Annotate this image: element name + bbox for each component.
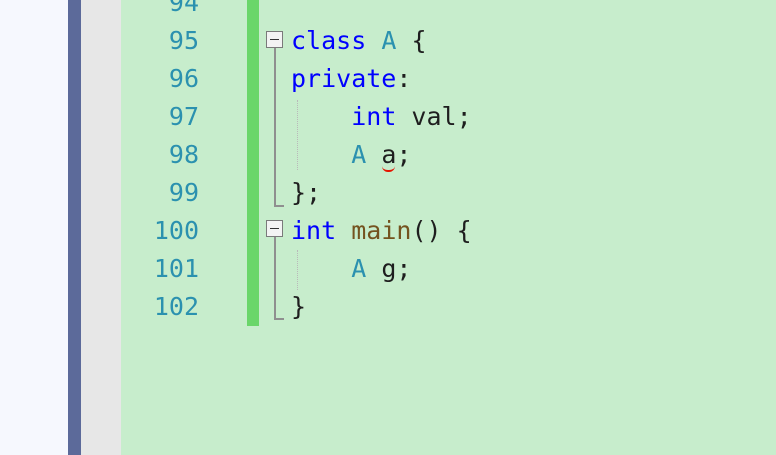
code-token: A (381, 26, 397, 55)
code-token: : (396, 64, 412, 93)
outline-end (274, 318, 284, 320)
outline-line (274, 237, 276, 319)
code-token: private (291, 64, 397, 93)
glyph-margin[interactable] (81, 0, 121, 455)
code-text[interactable]: int val; (291, 98, 472, 136)
code-text[interactable]: int main() { (291, 212, 472, 250)
code-text[interactable]: } (291, 288, 306, 326)
outline-line (274, 48, 276, 206)
code-token: val; (396, 102, 472, 131)
error-token: a (381, 136, 396, 174)
code-line[interactable]: 102} (121, 288, 776, 326)
outline-end (274, 205, 284, 207)
editor-text-area[interactable]: 94 95 class A {96 private: 97 int val; 98 A a… (121, 0, 776, 455)
code-text[interactable]: A g; (291, 250, 411, 288)
code-token: } (291, 292, 307, 321)
change-indicator-bar (247, 136, 259, 174)
code-line[interactable]: 99}; (121, 174, 776, 212)
code-line[interactable]: 97 int val; (121, 98, 776, 136)
change-indicator-bar (247, 0, 259, 22)
line-number: 98 (168, 140, 199, 169)
code-line[interactable]: 94 (121, 0, 776, 22)
left-margin (0, 0, 68, 455)
line-number: 99 (168, 178, 199, 207)
code-token: { (396, 26, 427, 55)
code-token: int (291, 216, 337, 245)
line-number: 96 (168, 64, 199, 93)
change-indicator-bar (247, 212, 259, 250)
line-number: 101 (153, 254, 199, 283)
code-line[interactable]: 100 int main() { (121, 212, 776, 250)
code-token: main (351, 216, 412, 245)
change-indicator-bar (247, 22, 259, 60)
change-indicator-bar (247, 60, 259, 98)
code-line[interactable]: 101 A g; (121, 250, 776, 288)
code-line[interactable]: 96 private: (121, 60, 776, 98)
change-indicator-bar (247, 288, 259, 326)
code-text[interactable]: private: (291, 60, 411, 98)
indent-guide (297, 250, 298, 290)
code-text[interactable]: A a; (291, 136, 411, 174)
code-text[interactable]: class A { (291, 22, 427, 60)
code-token: int (351, 102, 397, 131)
line-number: 97 (168, 102, 199, 131)
code-text[interactable]: }; (291, 174, 321, 212)
line-number: 102 (153, 292, 199, 321)
code-token: A (351, 254, 367, 283)
code-token: () { (411, 216, 472, 245)
change-indicator-bar (247, 174, 259, 212)
line-number: 100 (153, 216, 199, 245)
code-token: }; (291, 178, 322, 207)
collapse-icon[interactable] (266, 220, 283, 237)
navigation-strip (68, 0, 81, 455)
code-editor-window: 94 95 class A {96 private: 97 int val; 98 A a… (0, 0, 776, 455)
indent-guide (297, 100, 298, 170)
collapse-icon[interactable] (266, 31, 283, 48)
line-number: 95 (168, 26, 199, 55)
code-token: A (351, 140, 367, 169)
change-indicator-bar (247, 250, 259, 288)
code-token: ; (396, 140, 412, 169)
code-token: g; (366, 254, 412, 283)
change-indicator-bar (247, 98, 259, 136)
code-line[interactable]: 95 class A { (121, 22, 776, 60)
line-number: 94 (168, 0, 199, 17)
code-token: class (291, 26, 367, 55)
code-line[interactable]: 98 A a; (121, 136, 776, 174)
